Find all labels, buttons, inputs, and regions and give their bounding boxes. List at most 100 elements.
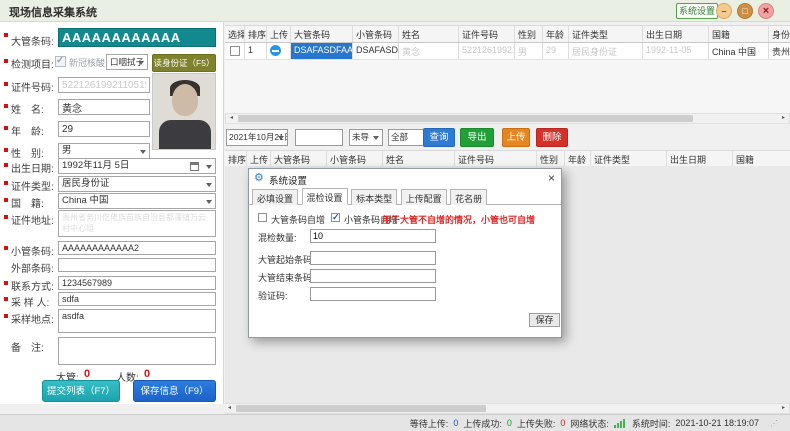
birth-date-picker[interactable]: 1992年11月 5日 xyxy=(58,158,216,174)
required-marker xyxy=(4,215,8,219)
small-barcode-input[interactable] xyxy=(58,241,216,255)
required-marker xyxy=(4,314,8,318)
covid-checkbox[interactable] xyxy=(55,56,66,67)
t1-col-age[interactable]: 年龄 xyxy=(543,26,569,42)
captcha-input[interactable] xyxy=(310,287,436,301)
t1-col-nation[interactable]: 国籍 xyxy=(709,26,769,42)
t1-col-big-barcode[interactable]: 大管条码 xyxy=(291,26,353,42)
filter-export-state-select[interactable]: 未导 xyxy=(349,129,383,146)
start-barcode-input[interactable] xyxy=(310,251,436,265)
remark-textarea[interactable] xyxy=(58,337,216,365)
t2-col-order[interactable]: 排序 xyxy=(225,151,247,167)
upper-table-header: 选择 排序 上传 大管条码 小管条码 姓名 证件号码 性别 年龄 证件类型 出生… xyxy=(225,25,790,43)
t2-col-big-barcode[interactable]: 大管条码 xyxy=(271,151,327,167)
t1-col-small-barcode[interactable]: 小管条码 xyxy=(353,26,399,42)
t1-col-gender[interactable]: 性别 xyxy=(515,26,543,42)
tab-roster[interactable]: 花名册 xyxy=(450,189,487,205)
dialog-close-icon[interactable]: × xyxy=(548,171,555,185)
auto-increment-row: 大管条码自增 小管条码自增 用于大管不自增的情况，小管也可自增 xyxy=(249,211,561,227)
maximize-button[interactable]: □ xyxy=(737,3,753,19)
export-button[interactable]: 导出 xyxy=(460,128,494,147)
swab-type-select[interactable]: 口咽拭子 xyxy=(106,54,148,70)
dialog-titlebar[interactable]: ⚙ 系统设置 × xyxy=(249,169,561,187)
t2-col-gender[interactable]: 性别 xyxy=(537,151,565,167)
t1-col-id-number[interactable]: 证件号码 xyxy=(459,26,515,42)
t2-col-id-type[interactable]: 证件类型 xyxy=(591,151,667,167)
tab-mix-settings[interactable]: 混检设置 xyxy=(302,188,348,205)
lower-table-hscrollbar[interactable]: ◂ ▸ xyxy=(225,403,790,414)
t1-col-select[interactable]: 选择 xyxy=(225,26,245,42)
name-input[interactable] xyxy=(58,99,150,115)
upper-table-hscrollbar[interactable]: ◂ ▸ xyxy=(225,113,790,124)
tab-required-settings[interactable]: 必填设置 xyxy=(252,189,298,205)
scrollbar-thumb[interactable] xyxy=(236,405,486,412)
t2-col-small-barcode[interactable]: 小管条码 xyxy=(327,151,383,167)
nationality-select[interactable]: China 中国 xyxy=(58,193,216,209)
t1-col-id-type[interactable]: 证件类型 xyxy=(569,26,643,42)
captcha-row: 验证码: xyxy=(249,287,561,303)
id-type-select[interactable]: 居民身份证 xyxy=(58,176,216,192)
minimize-button[interactable]: – xyxy=(716,3,732,19)
scroll-right-icon[interactable]: ▸ xyxy=(778,114,789,123)
scroll-left-icon[interactable]: ◂ xyxy=(225,404,235,413)
age-input[interactable] xyxy=(58,121,150,137)
close-icon: × xyxy=(763,5,769,17)
submit-list-button[interactable]: 提交列表（F7） xyxy=(42,380,120,402)
big-barcode-input[interactable] xyxy=(58,28,216,47)
t2-col-name[interactable]: 姓名 xyxy=(383,151,455,167)
scroll-left-icon[interactable]: ◂ xyxy=(226,114,237,123)
required-marker xyxy=(4,198,8,202)
upload-status-icon xyxy=(270,45,281,56)
t2-col-upload[interactable]: 上传 xyxy=(247,151,271,167)
row-checkbox[interactable] xyxy=(230,46,240,56)
t1-col-address[interactable]: 身份证地址 xyxy=(769,26,790,42)
t1-col-order[interactable]: 排序 xyxy=(245,26,267,42)
t2-col-age[interactable]: 年龄 xyxy=(565,151,591,167)
t1-col-birth[interactable]: 出生日期 xyxy=(643,26,709,42)
small-auto-increment-checkbox[interactable] xyxy=(331,213,340,222)
scroll-right-icon[interactable]: ▸ xyxy=(778,404,789,413)
collection-form-panel: 大管条码: 检测项目: 新冠核酸 口咽拭子 读身份证（F5） 证件号码: 姓 名… xyxy=(0,22,224,404)
filter-keyword-input[interactable] xyxy=(295,129,343,146)
network-signal-icon xyxy=(614,419,625,428)
id-type-value: 居民身份证 xyxy=(62,178,110,189)
tab-specimen-type[interactable]: 标本类型 xyxy=(351,189,397,205)
row-nation-cell: China 中国 xyxy=(709,43,769,59)
sample-site-textarea[interactable] xyxy=(58,309,216,333)
name-label: 姓 名: xyxy=(11,101,44,116)
id-address-textarea[interactable] xyxy=(58,210,216,237)
external-barcode-input[interactable] xyxy=(58,258,216,272)
t1-col-upload[interactable]: 上传 xyxy=(267,26,291,42)
gear-icon: ⚙ xyxy=(254,171,264,185)
row-big-barcode-cell[interactable]: DSAFASDFAAAS xyxy=(291,43,353,59)
contact-input[interactable] xyxy=(58,276,216,290)
filter-bar: 2021年10月21日 未导 全部 查询 导出 上传 删除 xyxy=(225,126,790,150)
required-marker xyxy=(4,126,8,130)
scrollbar-thumb[interactable] xyxy=(238,115,693,122)
t1-col-name[interactable]: 姓名 xyxy=(399,26,459,42)
t2-col-birth[interactable]: 出生日期 xyxy=(667,151,733,167)
row-small-barcode-cell: DSAFASDFAAAS1 xyxy=(353,43,399,59)
remark-label: 备 注: xyxy=(11,339,44,354)
gender-select[interactable]: 男 xyxy=(58,143,150,159)
row-birth-cell: 1992-11-05 xyxy=(643,43,709,59)
close-button[interactable]: × xyxy=(758,3,774,19)
big-auto-increment-checkbox[interactable] xyxy=(258,213,267,222)
system-settings-button[interactable]: 系统设置 xyxy=(676,3,718,19)
tab-upload-config[interactable]: 上传配置 xyxy=(401,189,447,205)
row-order-cell: 1 xyxy=(245,43,267,59)
mix-count-input[interactable] xyxy=(310,229,436,243)
t2-col-id-number[interactable]: 证件号码 xyxy=(455,151,537,167)
end-barcode-input[interactable] xyxy=(310,269,436,283)
table-row[interactable]: 1 DSAFASDFAAAS DSAFASDFAAAS1 黄念 52212619… xyxy=(225,43,790,60)
upload-button[interactable]: 上传 xyxy=(502,128,530,147)
read-id-card-button[interactable]: 读身份证（F5） xyxy=(152,54,216,72)
dialog-save-button[interactable]: 保存 xyxy=(529,313,560,327)
save-info-button[interactable]: 保存信息（F9） xyxy=(133,380,216,402)
t2-col-nation[interactable]: 国籍 xyxy=(733,151,790,167)
id-number-input[interactable] xyxy=(58,77,150,93)
sampler-input[interactable] xyxy=(58,292,216,306)
filter-date-picker[interactable]: 2021年10月21日 xyxy=(226,129,288,146)
search-button[interactable]: 查询 xyxy=(423,128,455,147)
delete-button[interactable]: 删除 xyxy=(536,128,568,147)
